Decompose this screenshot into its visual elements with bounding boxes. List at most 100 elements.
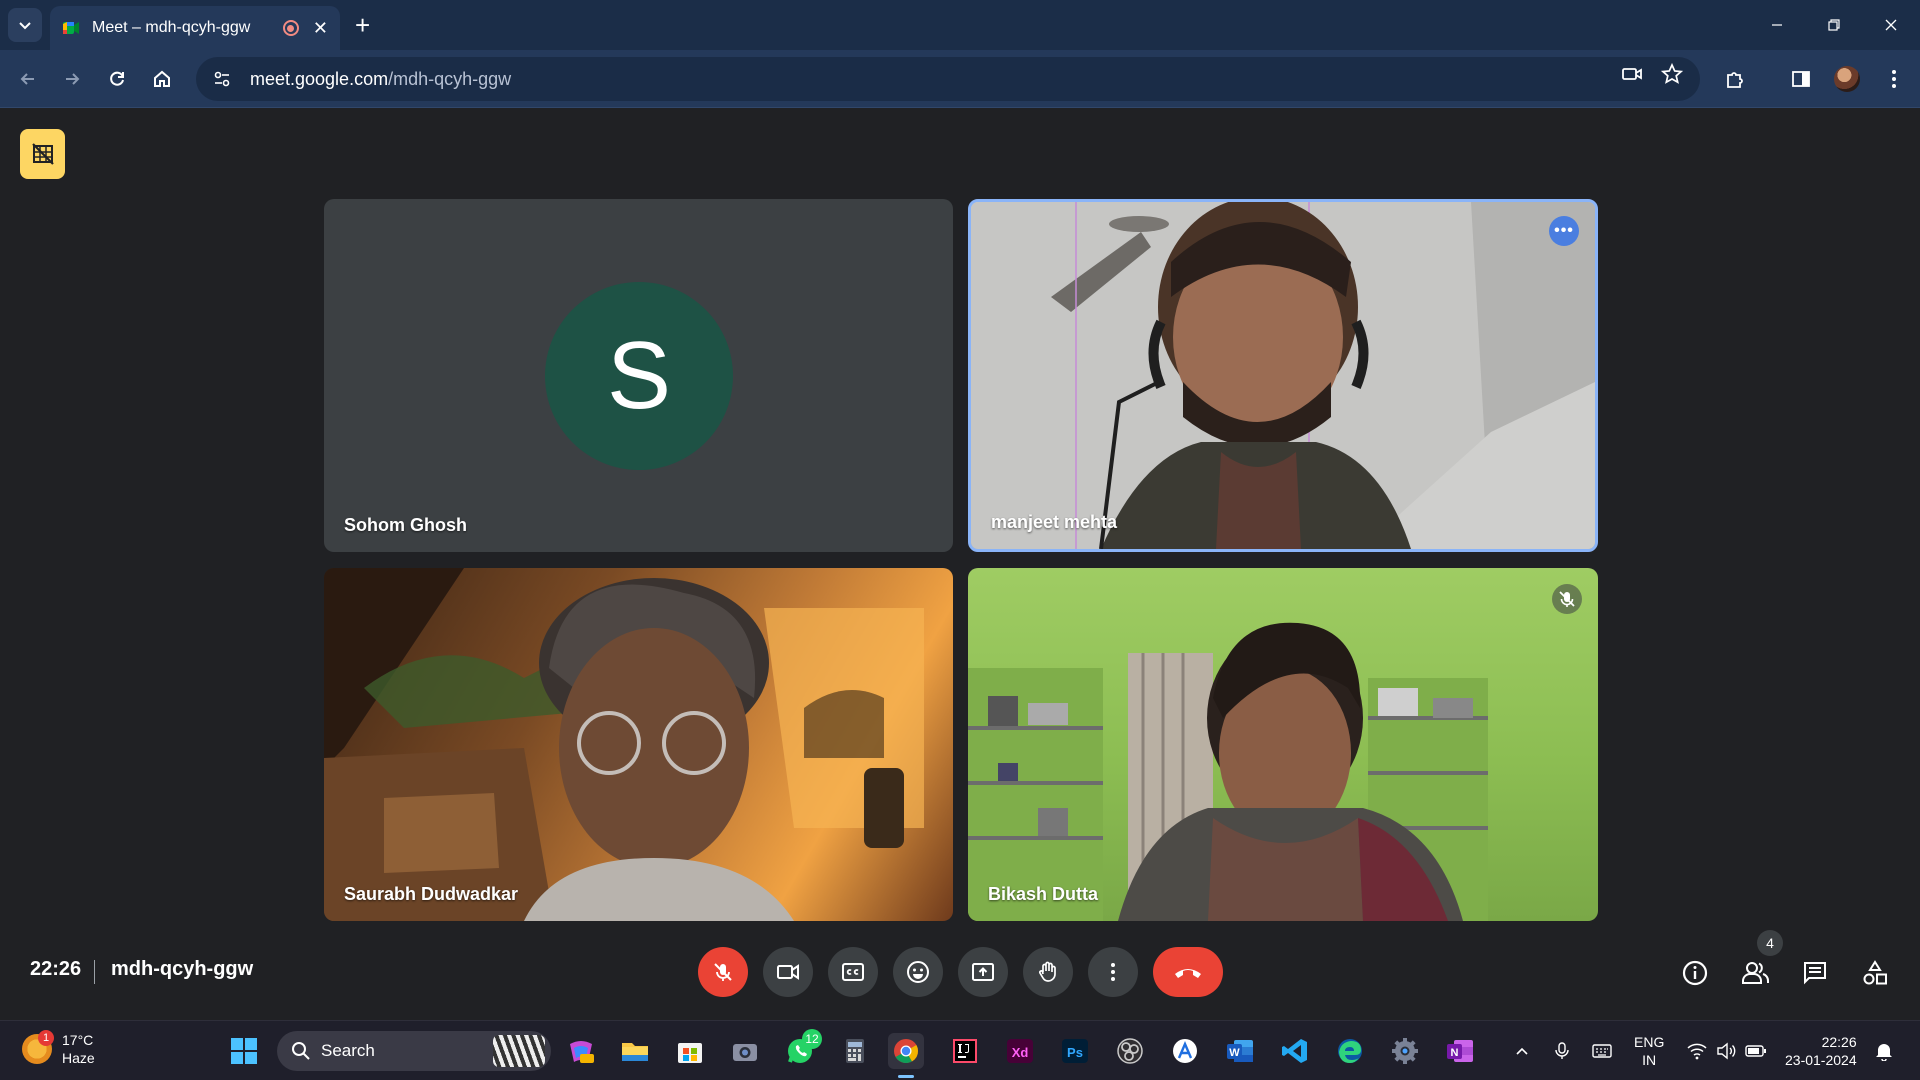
recording-indicator-icon (282, 20, 299, 36)
restore-button[interactable] (1814, 8, 1854, 42)
extensions-button[interactable] (1719, 63, 1751, 95)
input-language-indicator[interactable]: ENG IN (1634, 1033, 1664, 1069)
bookmark-button[interactable] (1658, 60, 1686, 88)
new-tab-button[interactable]: + (355, 10, 370, 40)
browser-menu-button[interactable] (1878, 63, 1910, 95)
svg-text:W: W (1229, 1047, 1240, 1059)
raise-hand-button[interactable] (1023, 947, 1073, 997)
chrome-icon[interactable] (888, 1033, 924, 1069)
close-window-button[interactable] (1871, 8, 1911, 42)
camera-app-icon[interactable] (727, 1033, 763, 1069)
calculator-icon[interactable] (837, 1033, 873, 1069)
people-button[interactable] (1735, 953, 1775, 993)
tab-close-icon[interactable]: ✕ (313, 18, 328, 39)
chevron-down-icon (19, 22, 31, 30)
participant-name: Saurabh Dudwadkar (344, 884, 519, 904)
taskbar-search[interactable]: Search (277, 1031, 551, 1071)
whatsapp-icon[interactable]: 12 (782, 1029, 822, 1069)
obs-studio-icon[interactable] (1112, 1033, 1148, 1069)
start-button[interactable] (226, 1033, 262, 1069)
participant-tile[interactable]: S Sohom Ghosh (324, 199, 953, 552)
call-end-icon (1175, 969, 1201, 978)
mic-off-icon (1559, 591, 1575, 607)
restore-icon (1828, 19, 1840, 31)
onenote-icon[interactable]: N (1442, 1033, 1478, 1069)
back-button[interactable] (12, 63, 44, 95)
profile-button[interactable] (1831, 63, 1863, 95)
more-options-button[interactable]: ••• (1549, 216, 1579, 246)
star-icon (1661, 63, 1683, 84)
taskbar-date: 23-01-2024 (1785, 1052, 1857, 1068)
reactions-button[interactable] (893, 947, 943, 997)
participant-name: Bikash Dutta (988, 884, 1099, 904)
bell-icon (1876, 1044, 1892, 1061)
side-panel-button[interactable] (1785, 63, 1817, 95)
photoshop-icon[interactable]: Ps (1057, 1033, 1093, 1069)
more-options-button[interactable] (1088, 947, 1138, 997)
wifi-tray-icon[interactable] (1685, 1039, 1709, 1063)
weather-alert-badge: 1 (38, 1030, 54, 1046)
notifications-button[interactable] (1872, 1039, 1896, 1063)
present-screen-button[interactable] (958, 947, 1008, 997)
file-explorer-icon[interactable] (617, 1033, 653, 1069)
microsoft-word-icon[interactable]: W (1222, 1033, 1258, 1069)
show-hidden-icons-button[interactable] (1510, 1039, 1534, 1063)
svg-text:Ps: Ps (1067, 1045, 1083, 1060)
windows-logo-icon (231, 1038, 257, 1064)
edge-icon[interactable] (1332, 1033, 1368, 1069)
minimize-button[interactable] (1757, 8, 1797, 42)
battery-tray-icon[interactable] (1744, 1039, 1768, 1063)
address-bar[interactable]: meet.google.com/mdh-qcyh-ggw (196, 57, 1700, 101)
profile-avatar (1834, 66, 1860, 92)
participant-video-feed (324, 568, 924, 921)
participant-name: Sohom Ghosh (344, 515, 467, 535)
hide-self-view-indicator[interactable] (20, 129, 65, 179)
captions-button[interactable] (828, 947, 878, 997)
weather-widget[interactable]: 1 17°C Haze (22, 1030, 95, 1067)
active-app-indicator (898, 1075, 914, 1078)
weather-temperature: 17°C (62, 1032, 94, 1048)
video-camera-icon (777, 964, 799, 980)
participant-tile[interactable]: Bikash Dutta (968, 568, 1598, 921)
settings-app-icon[interactable] (1387, 1033, 1423, 1069)
reload-button[interactable] (101, 63, 133, 95)
copilot-app-icon[interactable] (563, 1033, 599, 1069)
tab-meet[interactable]: Meet – mdh-qcyh-ggw ✕ (50, 6, 340, 50)
mic-off-icon (714, 963, 732, 981)
participant-name: manjeet mehta (991, 512, 1118, 532)
chat-button[interactable] (1795, 953, 1835, 993)
app-launcher-icon[interactable] (1167, 1033, 1203, 1069)
people-icon (1742, 962, 1769, 984)
participant-tile-active-speaker[interactable]: ••• manjeet mehta (968, 199, 1598, 552)
participant-tile[interactable]: Saurabh Dudwadkar (324, 568, 953, 921)
volume-tray-icon[interactable] (1714, 1039, 1738, 1063)
touch-keyboard-tray-icon[interactable] (1590, 1039, 1614, 1063)
search-icon (292, 1042, 310, 1060)
meeting-code: mdh-qcyh-ggw (111, 958, 254, 980)
camera-toggle-button[interactable] (763, 947, 813, 997)
home-button[interactable] (146, 63, 178, 95)
meeting-details-button[interactable] (1675, 953, 1715, 993)
tab-search-button[interactable] (8, 8, 42, 42)
camera-in-use-button[interactable] (1618, 60, 1646, 88)
leave-call-button[interactable] (1153, 947, 1223, 997)
svg-text:Xd: Xd (1012, 1045, 1029, 1060)
arrow-right-icon (66, 73, 80, 85)
participant-count-badge: 4 (1757, 930, 1783, 956)
microphone-toggle-button[interactable] (698, 947, 748, 997)
whatsapp-badge: 12 (802, 1029, 822, 1049)
intellij-icon[interactable] (947, 1033, 983, 1069)
site-info-icon[interactable] (212, 69, 232, 89)
weather-description: Haze (62, 1050, 95, 1066)
browser-toolbar: meet.google.com/mdh-qcyh-ggw (0, 50, 1920, 108)
adobe-xd-icon[interactable]: Xd (1002, 1033, 1038, 1069)
forward-button[interactable] (56, 63, 88, 95)
vscode-icon[interactable] (1277, 1033, 1313, 1069)
activities-button[interactable] (1855, 953, 1895, 993)
microsoft-store-icon[interactable] (672, 1033, 708, 1069)
hand-icon (1039, 961, 1056, 982)
meeting-clock: 22:26 (30, 958, 82, 980)
microphone-tray-icon[interactable] (1550, 1039, 1574, 1063)
taskbar-clock[interactable]: 22:26 23-01-2024 (1785, 1033, 1857, 1069)
home-icon (154, 70, 170, 87)
